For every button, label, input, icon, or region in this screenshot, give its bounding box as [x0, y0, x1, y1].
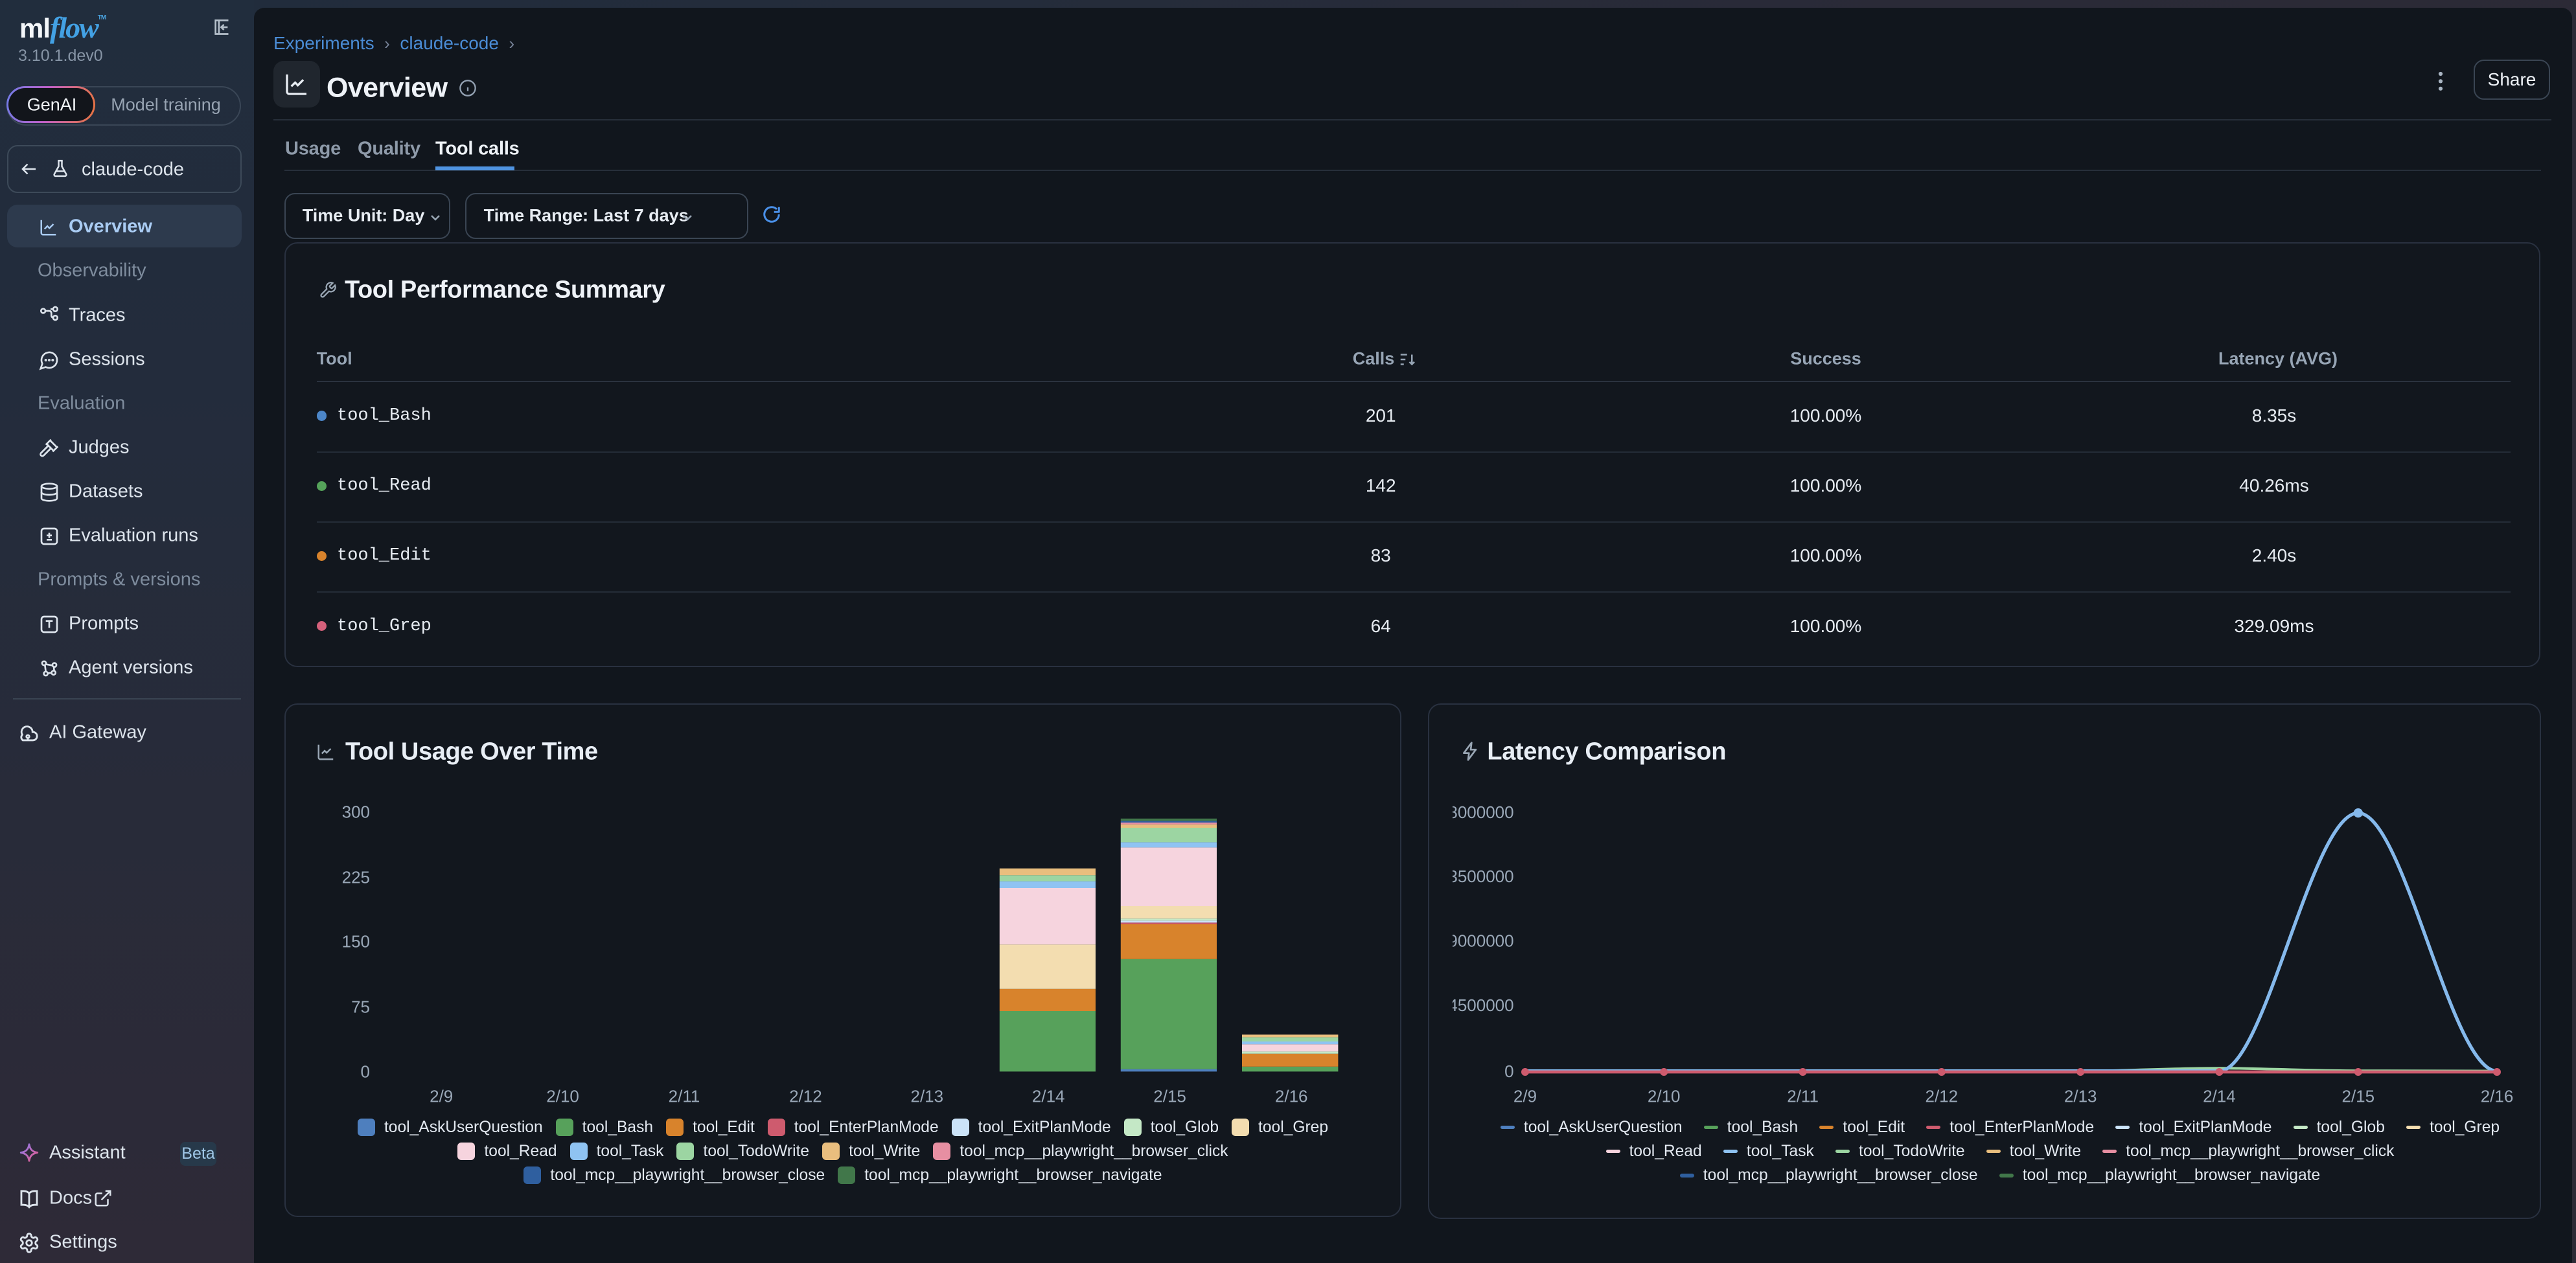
svg-text:225: 225	[342, 867, 370, 887]
svg-text:0: 0	[1504, 1061, 1513, 1080]
svg-text:2/15: 2/15	[1153, 1086, 1186, 1106]
svg-text:2/12: 2/12	[1925, 1086, 1958, 1106]
svg-text:2/15: 2/15	[2341, 1086, 2375, 1106]
svg-text:2/16: 2/16	[2481, 1086, 2514, 1106]
svg-text:2/13: 2/13	[2064, 1086, 2097, 1106]
svg-text:2/9: 2/9	[1513, 1086, 1537, 1106]
svg-text:2/14: 2/14	[1032, 1086, 1065, 1106]
svg-text:2/12: 2/12	[789, 1086, 822, 1106]
svg-text:150: 150	[342, 931, 370, 951]
svg-text:13500000: 13500000	[1439, 867, 1514, 886]
svg-text:2/9: 2/9	[430, 1086, 453, 1106]
svg-text:2/16: 2/16	[1275, 1086, 1308, 1106]
svg-text:75: 75	[351, 997, 370, 1016]
svg-text:18000000: 18000000	[1439, 802, 1514, 821]
svg-text:0: 0	[361, 1062, 370, 1081]
svg-text:300: 300	[342, 802, 370, 821]
svg-text:9000000: 9000000	[1448, 931, 1513, 950]
svg-text:2/10: 2/10	[546, 1086, 579, 1106]
svg-text:2/14: 2/14	[2203, 1086, 2236, 1106]
svg-text:2/13: 2/13	[910, 1086, 943, 1106]
svg-text:2/11: 2/11	[1787, 1086, 1819, 1106]
svg-text:2/11: 2/11	[669, 1086, 700, 1106]
svg-text:2/10: 2/10	[1648, 1086, 1681, 1106]
svg-text:4500000: 4500000	[1448, 995, 1513, 1014]
